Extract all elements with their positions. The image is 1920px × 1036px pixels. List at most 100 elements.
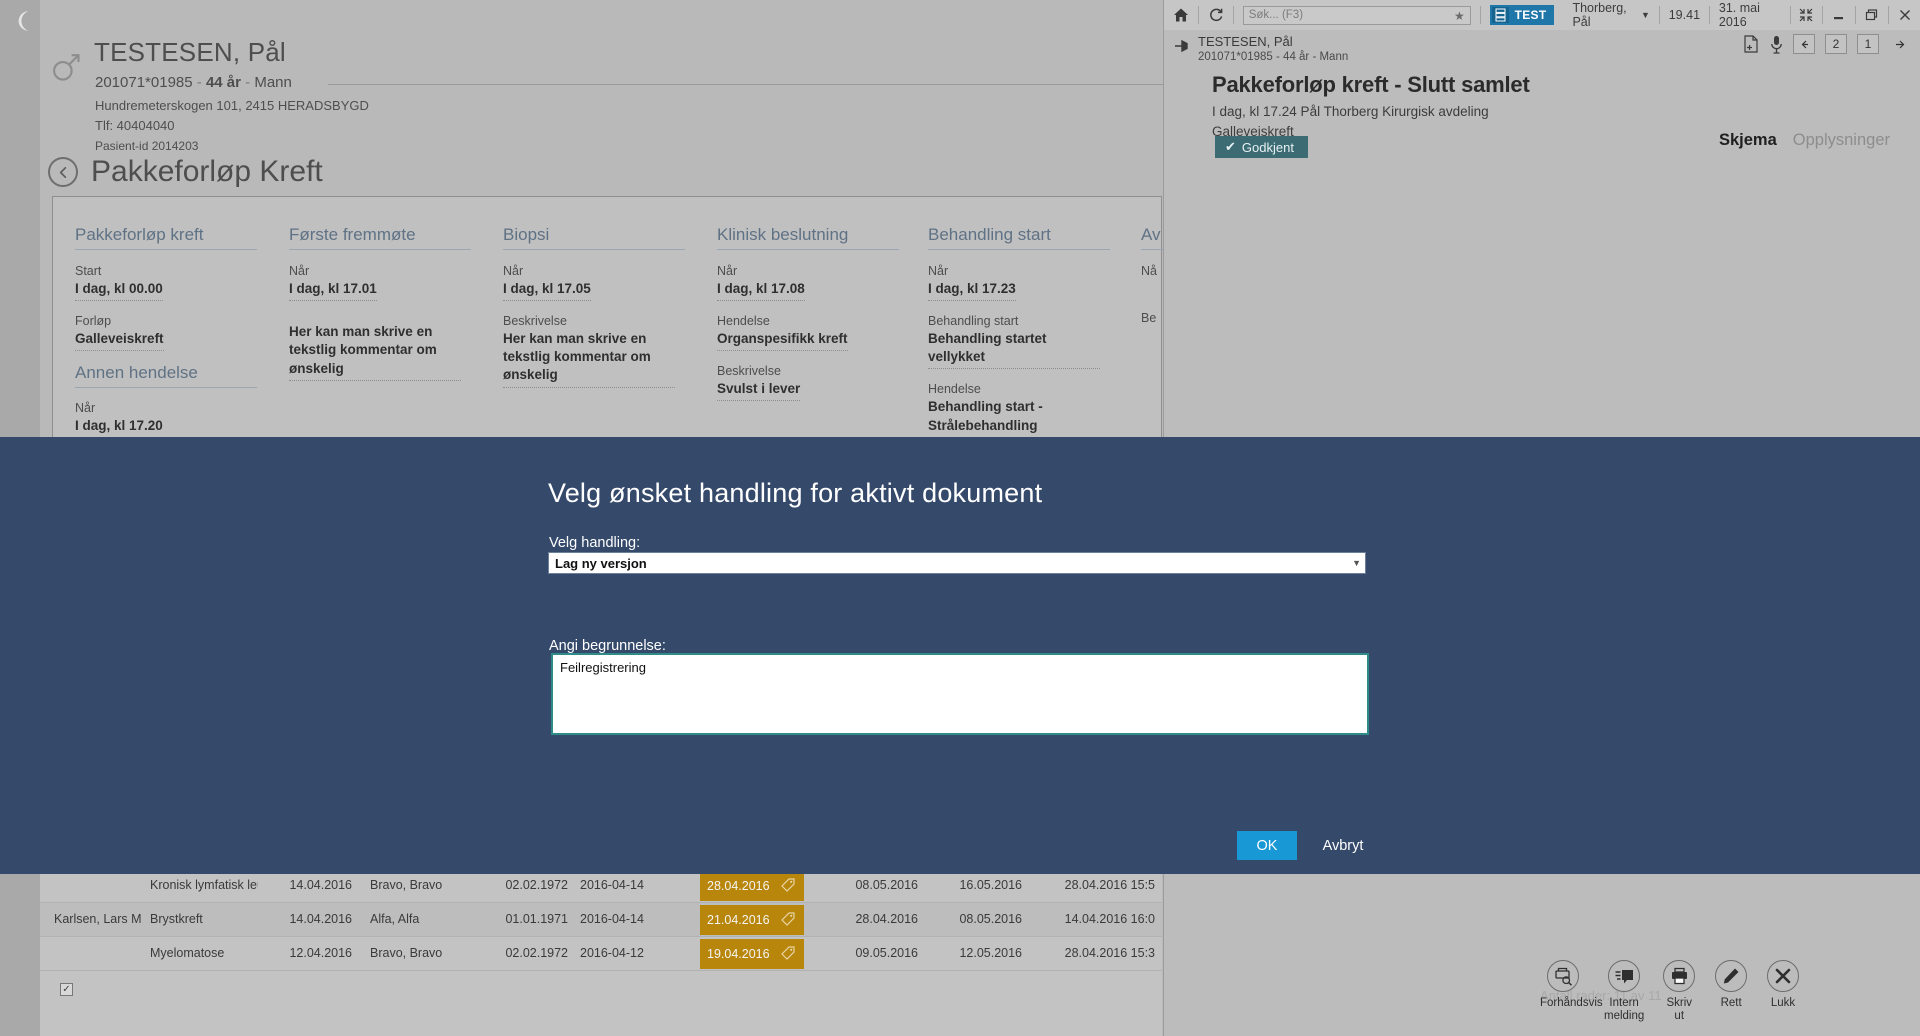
printer-glyph (1671, 967, 1687, 985)
toolbar-skriv-ut[interactable]: Skriv ut (1662, 960, 1696, 1023)
document-header: Pakkeforløp kreft - Slutt samlet I dag, … (1212, 72, 1912, 139)
field-label: Hendelse (717, 314, 770, 329)
banner-divider (328, 84, 1228, 85)
maximize-button[interactable] (1856, 0, 1888, 30)
close-button[interactable] (1889, 0, 1920, 30)
clock-date: 31. mai 2016 (1710, 0, 1790, 30)
patient-internal-id: Pasient-id 2014203 (95, 139, 199, 153)
tab-skjema[interactable]: Skjema (1719, 131, 1777, 150)
modal-title: Velg ønsket handling for aktivt dokument (548, 478, 1043, 508)
pathway-column-forste-fremmote: Første fremmøte Når I dag, kl 17.01 Her … (289, 225, 471, 393)
cell-diagnosis: Brystkreft (150, 912, 203, 926)
prev-arrow-icon (1801, 40, 1808, 48)
pencil-glyph (1723, 968, 1739, 984)
toolbar-intern-melding[interactable]: Intern melding (1604, 960, 1644, 1023)
prev-page-button[interactable] (1793, 34, 1815, 54)
toolbar-label: Skriv ut (1666, 997, 1692, 1023)
field-start: Start I dag, kl 00.00 (75, 263, 257, 302)
chevron-down-icon: ▼ (1640, 10, 1650, 20)
collapse-icon (1800, 8, 1813, 22)
minimize-button[interactable] (1823, 0, 1855, 30)
cell-diagnosis: Myelomatose (150, 946, 225, 960)
handling-select[interactable]: Lag ny versjon ▼ (548, 552, 1366, 574)
cell-date3: 28.04.2016 (855, 912, 918, 926)
chevron-down-icon: ▼ (1352, 558, 1361, 568)
check-icon: ✔ (1225, 139, 1236, 154)
field-naar: Når I dag, kl 17.05 (503, 263, 685, 302)
arrow-left-icon (59, 166, 66, 178)
table-footer: ✓ (40, 971, 1162, 1011)
ok-button[interactable]: OK (1237, 831, 1297, 860)
panel-patient-bar: TESTESEN, Pål 201071*01985 - 44 år - Man… (1164, 30, 1920, 66)
window-titlebar: Søk... (F3) ★ TEST Thorberg, Pål ▼ 19.41… (1164, 0, 1920, 30)
server-glyph (1495, 8, 1506, 22)
home-button[interactable] (1164, 0, 1198, 30)
cell-person: Alfa, Alfa (370, 912, 420, 926)
cell-date5: 28.04.2016 15:3 (1064, 946, 1155, 960)
next-arrow-icon (1895, 40, 1904, 48)
cancel-button[interactable]: Avbryt (1310, 831, 1376, 860)
toolbar-rett[interactable]: Rett (1714, 960, 1748, 1010)
back-button[interactable] (48, 157, 78, 187)
user-name: Thorberg, Pål (1572, 1, 1627, 29)
environment-badge[interactable]: TEST (1481, 0, 1564, 30)
tag-date-text: 19.04.2016 (707, 947, 770, 961)
pathway-column-klinisk-beslutning: Klinisk beslutning Når I dag, kl 17.08 H… (717, 225, 899, 413)
status-badge: ✔ Godkjent (1215, 136, 1308, 158)
search-input[interactable]: Søk... (F3) ★ (1242, 5, 1471, 25)
reason-label: Angi begrunnelse: (549, 638, 666, 654)
refresh-button[interactable] (1199, 0, 1233, 30)
next-page-button[interactable] (1889, 34, 1911, 54)
field-value: Her kan man skrive en tekstlig kommentar… (503, 330, 675, 388)
close-icon (1900, 10, 1911, 20)
table-row[interactable]: Kronisk lymfatisk leu 14.04.2016 Bravo, … (40, 869, 1162, 903)
column-heading: Biopsi (503, 225, 685, 250)
field-label: Når (717, 264, 738, 278)
table-row[interactable]: Karlsen, Lars M Brystkreft 14.04.2016 Al… (40, 903, 1162, 937)
tag-date-text: 28.04.2016 (707, 879, 770, 893)
minimize-icon (1834, 17, 1844, 20)
cell-tag-date: 21.04.2016 (700, 905, 804, 935)
reason-textarea[interactable]: Feilregistrering (551, 653, 1369, 735)
field-label: Hendelse (928, 382, 981, 397)
patient-banner: TESTESEN, Pål 201071*01985 - 44 år - Man… (48, 22, 1228, 153)
field-label: Beskrivelse (503, 314, 567, 329)
toolbar-forhandsvis[interactable]: Forhåndsvis (1540, 960, 1603, 1010)
tag-icon (781, 912, 795, 926)
select-all-checkbox[interactable]: ✓ (60, 983, 73, 996)
panel-patient-name: TESTESEN, Pål (1198, 34, 1293, 49)
field-naar: Når I dag, kl 17.08 (717, 263, 899, 302)
cell-iso-date: 2016-04-14 (580, 912, 644, 926)
page-current[interactable]: 2 (1825, 34, 1847, 54)
separator-2: - (245, 74, 251, 91)
select-label: Velg handling: (549, 535, 641, 551)
pencil-icon (1715, 960, 1748, 992)
time-text: 19.41 (1668, 8, 1701, 22)
user-menu[interactable]: Thorberg, Pål ▼ (1563, 0, 1658, 30)
select-value: Lag ny versjon (555, 555, 647, 571)
reason-value: Feilregistrering (560, 660, 646, 675)
column-heading: Første fremmøte (289, 225, 471, 250)
search-container: Søk... (F3) ★ (1234, 0, 1480, 30)
tab-opplysninger[interactable]: Opplysninger (1793, 131, 1890, 150)
page-total[interactable]: 1 (1857, 34, 1879, 54)
pin-icon[interactable] (1174, 38, 1191, 54)
pathway-column-pakkeforlop: Pakkeforløp kreft Start I dag, kl 00.00 … (75, 225, 257, 450)
toolbar-label: Lukk (1770, 997, 1796, 1009)
toolbar-lukk[interactable]: Lukk (1766, 960, 1800, 1010)
collapse-button[interactable] (1790, 0, 1822, 30)
microphone-icon[interactable] (1770, 35, 1783, 54)
table-row[interactable]: Myelomatose 12.04.2016 Bravo, Bravo 02.0… (40, 937, 1162, 971)
new-document-icon[interactable] (1743, 34, 1760, 54)
preview-icon (1547, 960, 1579, 992)
field-behandling-start: Behandling start Behandling startet vell… (928, 313, 1110, 370)
field-value: I dag, kl 17.23 (928, 280, 1016, 302)
cell-iso-date: 2016-04-14 (580, 878, 644, 892)
field-value: Behandling start - Strålebehandling (928, 398, 1100, 438)
field-label: Når (75, 401, 96, 416)
star-icon[interactable]: ★ (1454, 9, 1465, 23)
toolbar-label: Rett (1720, 997, 1742, 1009)
cell-tag-date: 19.04.2016 (700, 939, 804, 969)
cell-tag-date: 28.04.2016 (700, 871, 804, 901)
server-icon (1491, 7, 1509, 23)
